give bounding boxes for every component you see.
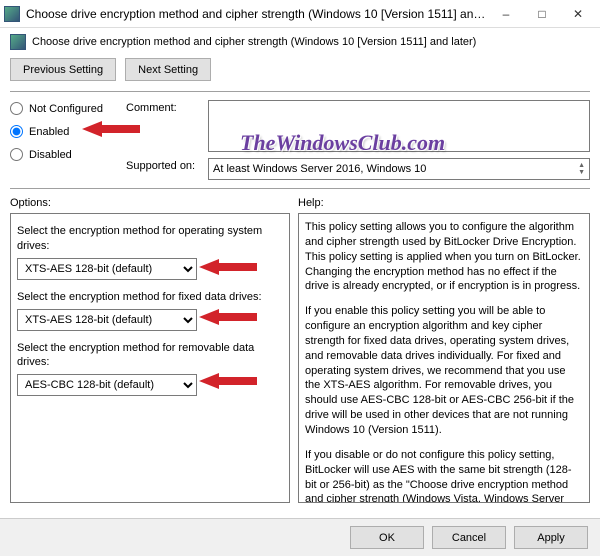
policy-icon: [10, 34, 26, 50]
radio-label: Disabled: [29, 149, 72, 161]
title-bar: Choose drive encryption method and ciphe…: [0, 0, 600, 28]
state-radio-group: Not Configured Enabled Disabled: [10, 100, 118, 180]
supported-on-box: At least Windows Server 2016, Windows 10…: [208, 158, 590, 180]
subtitle-text: Choose drive encryption method and ciphe…: [32, 36, 476, 48]
help-panel[interactable]: This policy setting allows you to config…: [298, 213, 590, 503]
supported-label: Supported on:: [126, 158, 202, 172]
help-paragraph: This policy setting allows you to config…: [305, 220, 583, 294]
ok-button[interactable]: OK: [350, 526, 424, 549]
pointer-arrow-icon: [199, 370, 257, 392]
removable-drives-select[interactable]: AES-CBC 128-bit (default): [17, 374, 197, 396]
help-label: Help:: [298, 197, 590, 209]
separator: [10, 188, 590, 189]
supported-scroll[interactable]: ▲▼: [578, 162, 585, 176]
radio-not-configured-input[interactable]: [10, 102, 23, 115]
help-paragraph: If you enable this policy setting you wi…: [305, 304, 583, 438]
radio-label: Not Configured: [29, 103, 103, 115]
radio-disabled-input[interactable]: [10, 148, 23, 161]
window-title: Choose drive encryption method and ciphe…: [26, 7, 488, 21]
supported-on-text: At least Windows Server 2016, Windows 10: [213, 163, 426, 175]
pointer-arrow-icon: [199, 256, 257, 278]
previous-setting-button[interactable]: Previous Setting: [10, 58, 116, 81]
comment-textarea[interactable]: [208, 100, 590, 152]
close-button[interactable]: ✕: [560, 2, 596, 26]
os-drives-select[interactable]: XTS-AES 128-bit (default): [17, 258, 197, 280]
nav-buttons: Previous Setting Next Setting: [10, 58, 590, 81]
radio-disabled[interactable]: Disabled: [10, 148, 118, 161]
fixed-drives-label: Select the encryption method for fixed d…: [17, 290, 283, 305]
cancel-button[interactable]: Cancel: [432, 526, 506, 549]
options-label: Options:: [10, 197, 290, 209]
removable-drives-label: Select the encryption method for removab…: [17, 341, 283, 371]
os-drives-label: Select the encryption method for operati…: [17, 224, 283, 254]
dialog-footer: OK Cancel Apply: [0, 518, 600, 556]
help-paragraph: If you disable or do not configure this …: [305, 448, 583, 503]
options-panel: Select the encryption method for operati…: [10, 213, 290, 503]
fixed-drives-select[interactable]: XTS-AES 128-bit (default): [17, 309, 197, 331]
radio-enabled-input[interactable]: [10, 125, 23, 138]
policy-icon: [4, 6, 20, 22]
maximize-button[interactable]: □: [524, 2, 560, 26]
pointer-arrow-icon: [199, 306, 257, 328]
subtitle-row: Choose drive encryption method and ciphe…: [10, 34, 590, 50]
radio-not-configured[interactable]: Not Configured: [10, 102, 118, 115]
comment-label: Comment:: [126, 100, 202, 114]
apply-button[interactable]: Apply: [514, 526, 588, 549]
radio-enabled[interactable]: Enabled: [10, 125, 118, 138]
radio-label: Enabled: [29, 126, 69, 138]
separator: [10, 91, 590, 92]
next-setting-button[interactable]: Next Setting: [125, 58, 211, 81]
window-controls: – □ ✕: [488, 2, 596, 26]
minimize-button[interactable]: –: [488, 2, 524, 26]
